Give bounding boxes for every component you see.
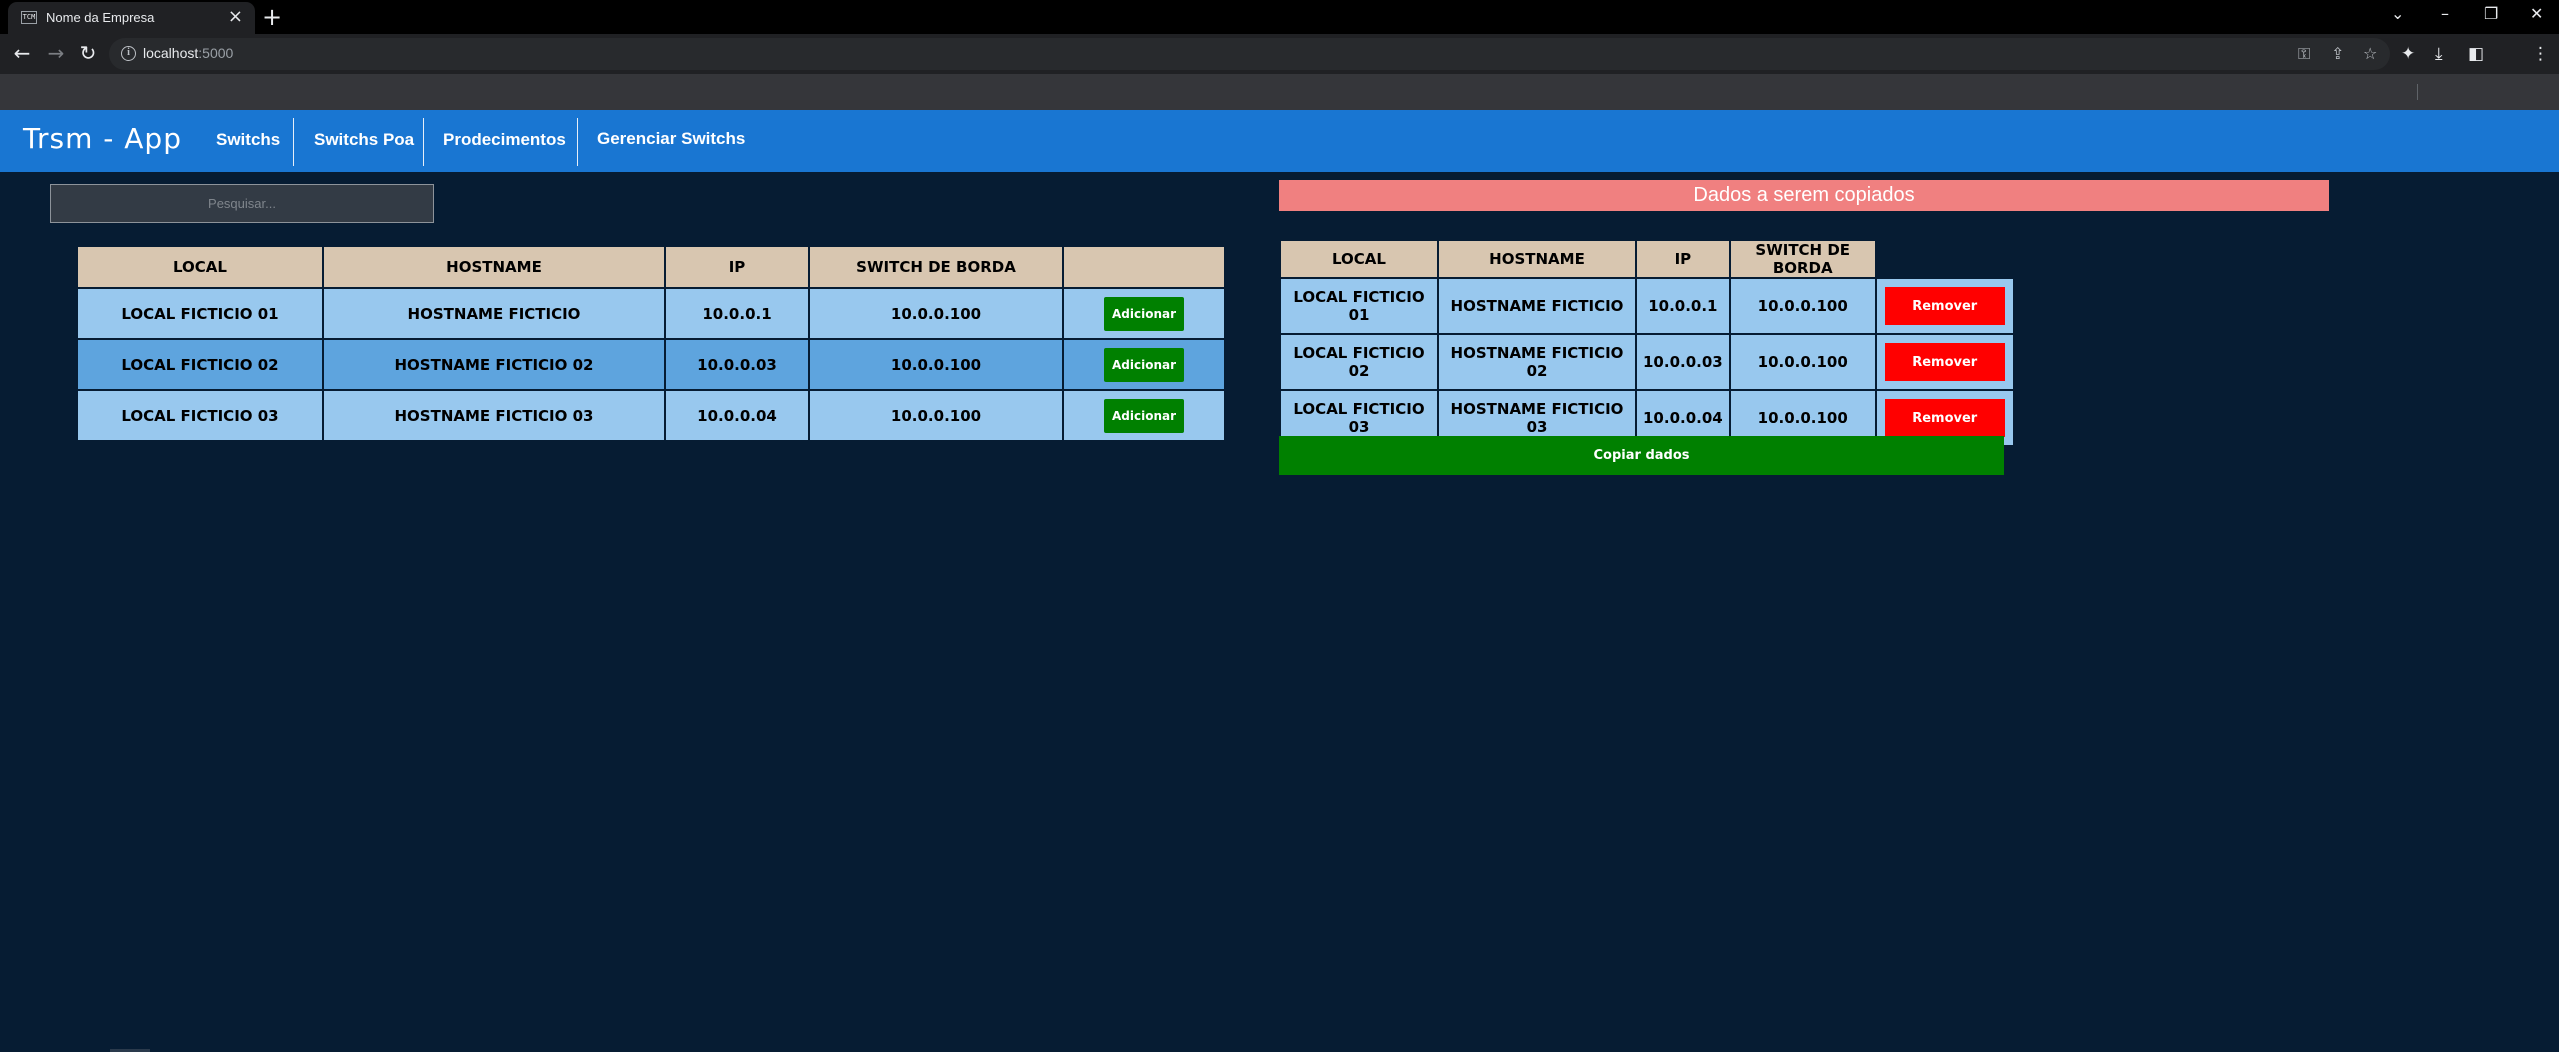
side-panel-icon[interactable]: ◧ <box>2468 44 2484 64</box>
col-header-ip: IP <box>664 245 810 289</box>
table-header-row: LOCAL HOSTNAME IP SWITCH DE BORDA <box>76 245 1226 289</box>
cell-ip: 10.0.0.1 <box>664 287 810 340</box>
share-icon[interactable]: ⇪ <box>2331 44 2344 64</box>
col-header-ip: IP <box>1635 239 1731 279</box>
cell-actions: Adicionar <box>1062 389 1226 442</box>
menu-kebab-icon[interactable]: ⋮ <box>2532 44 2549 64</box>
table-row: LOCAL FICTICIO 02 HOSTNAME FICTICIO 02 1… <box>76 338 1226 391</box>
minimize-icon[interactable]: – <box>2441 3 2449 25</box>
col-header-actions <box>1062 245 1226 289</box>
nav-link-gerenciar-switchs[interactable]: Gerenciar Switchs <box>597 110 745 164</box>
copy-panel-banner: Dados a serem copiados <box>1279 180 2329 211</box>
nav-divider <box>423 118 424 166</box>
cell-actions: Adicionar <box>1062 287 1226 340</box>
col-header-hostname: HOSTNAME <box>1437 239 1637 279</box>
cell-hostname: HOSTNAME FICTICIO 03 <box>322 389 666 442</box>
close-window-icon[interactable]: ✕ <box>2530 3 2543 25</box>
browser-toolbar: ← → ↻ i localhost:5000 ⚿ ⇪ ☆ ✦ ⤓ ◧ ⋮ <box>0 34 2559 74</box>
table-row: LOCAL FICTICIO 01 HOSTNAME FICTICIO 10.0… <box>1279 277 2015 335</box>
tab-search-chevron-icon[interactable]: ⌄ <box>2391 3 2404 25</box>
nav-link-switchs[interactable]: Switchs <box>216 110 280 164</box>
bookmark-star-icon[interactable]: ☆ <box>2363 44 2377 64</box>
col-header-local: LOCAL <box>1279 239 1439 279</box>
cell-local: LOCAL FICTICIO 02 <box>1279 333 1439 391</box>
cell-ip: 10.0.0.03 <box>1635 333 1731 391</box>
extensions-puzzle-icon[interactable]: ✦ <box>2401 44 2415 64</box>
cell-hostname: HOSTNAME FICTICIO <box>322 287 666 340</box>
table-header-row: LOCAL HOSTNAME IP SWITCH DE BORDA <box>1279 239 2014 279</box>
cell-switch-de-borda: 10.0.0.100 <box>1728 333 1877 391</box>
table-row: LOCAL FICTICIO 02 HOSTNAME FICTICIO 02 1… <box>1279 333 2015 391</box>
col-header-local: LOCAL <box>76 245 324 289</box>
cell-actions: Remover <box>1874 277 2015 335</box>
restore-icon[interactable]: ❐ <box>2484 3 2498 25</box>
cell-actions: Adicionar <box>1062 338 1226 391</box>
app-navbar: Trsm - App Switchs Switchs Poa Prodecime… <box>0 110 2559 172</box>
nav-link-switchs-poa[interactable]: Switchs Poa <box>314 110 414 164</box>
key-icon[interactable]: ⚿ <box>2298 44 2310 64</box>
col-header-hostname: HOSTNAME <box>322 245 666 289</box>
cell-switch-de-borda: 10.0.0.100 <box>808 287 1064 340</box>
add-button[interactable]: Adicionar <box>1104 296 1184 331</box>
download-icon[interactable]: ⤓ <box>2435 44 2443 64</box>
col-header-blank <box>1875 240 2014 278</box>
add-button[interactable]: Adicionar <box>1104 347 1184 382</box>
table-row: LOCAL FICTICIO 01 HOSTNAME FICTICIO 10.0… <box>76 287 1226 340</box>
add-button[interactable]: Adicionar <box>1104 398 1184 433</box>
remove-button[interactable]: Remover <box>1884 399 2005 437</box>
switches-table: LOCAL HOSTNAME IP SWITCH DE BORDA LOCAL … <box>76 245 1226 442</box>
forward-icon[interactable]: → <box>44 42 68 64</box>
back-icon[interactable]: ← <box>10 42 34 64</box>
cell-local: LOCAL FICTICIO 01 <box>1279 277 1439 335</box>
col-header-switch-de-borda: SWITCH DE BORDA <box>808 245 1064 289</box>
reload-icon[interactable]: ↻ <box>76 42 100 64</box>
cell-hostname: HOSTNAME FICTICIO <box>1437 277 1637 335</box>
cell-hostname: HOSTNAME FICTICIO 02 <box>1437 333 1637 391</box>
bookmarks-bar <box>0 74 2559 110</box>
tab-title: Nome da Empresa <box>46 10 155 25</box>
new-tab-icon[interactable]: + <box>262 3 282 31</box>
cell-ip: 10.0.0.03 <box>664 338 810 391</box>
url-text[interactable]: localhost:5000 <box>143 45 233 61</box>
close-tab-icon[interactable]: × <box>228 7 243 27</box>
cell-hostname: HOSTNAME FICTICIO 02 <box>322 338 666 391</box>
browser-tab-strip: TCM Nome da Empresa × + ⌄ – ❐ ✕ <box>0 0 2559 34</box>
nav-link-prodecimentos[interactable]: Prodecimentos <box>443 110 566 164</box>
address-bar[interactable]: i localhost:5000 ⚿ ⇪ ☆ <box>109 38 2390 70</box>
site-favicon-icon: TCM <box>21 11 37 24</box>
nav-divider <box>293 118 294 166</box>
app-brand[interactable]: Trsm - App <box>23 122 182 155</box>
cell-ip: 10.0.0.1 <box>1635 277 1731 335</box>
search-input[interactable] <box>50 184 434 223</box>
cell-local: LOCAL FICTICIO 03 <box>76 389 324 442</box>
cell-local: LOCAL FICTICIO 01 <box>76 287 324 340</box>
cell-ip: 10.0.0.04 <box>664 389 810 442</box>
copy-table: LOCAL HOSTNAME IP SWITCH DE BORDA LOCAL … <box>1279 239 2015 447</box>
bookmarks-separator <box>2417 84 2418 100</box>
cell-switch-de-borda: 10.0.0.100 <box>1728 277 1877 335</box>
cell-actions: Remover <box>1874 333 2015 391</box>
nav-divider <box>577 118 578 166</box>
cell-switch-de-borda: 10.0.0.100 <box>808 338 1064 391</box>
browser-tab[interactable]: TCM Nome da Empresa × <box>8 2 255 34</box>
remove-button[interactable]: Remover <box>1884 343 2005 381</box>
table-row: LOCAL FICTICIO 03 HOSTNAME FICTICIO 03 1… <box>76 389 1226 442</box>
site-info-icon[interactable]: i <box>121 46 136 61</box>
cell-switch-de-borda: 10.0.0.100 <box>808 389 1064 442</box>
cell-local: LOCAL FICTICIO 02 <box>76 338 324 391</box>
col-header-switch-de-borda: SWITCH DE BORDA <box>1728 239 1877 279</box>
remove-button[interactable]: Remover <box>1884 287 2005 325</box>
copy-data-button[interactable]: Copiar dados <box>1279 436 2004 475</box>
